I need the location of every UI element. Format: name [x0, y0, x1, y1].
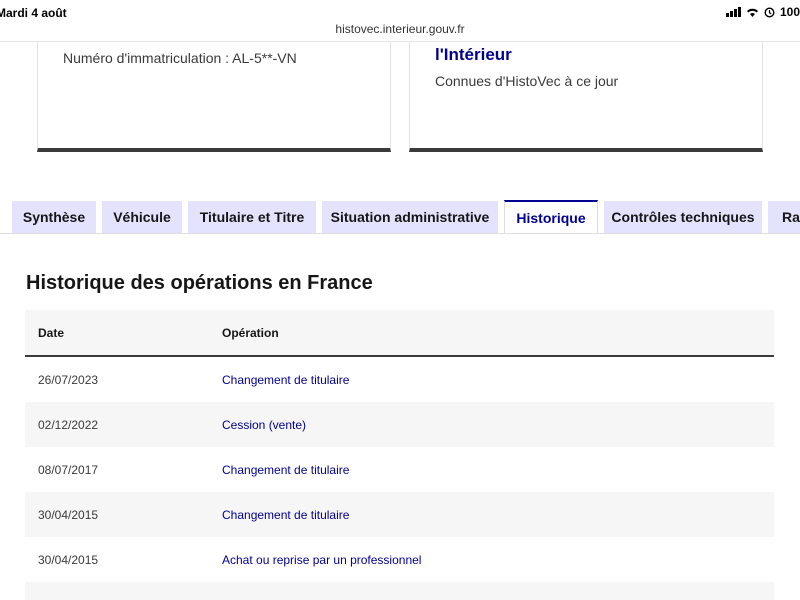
card-subtitle: Connues d'HistoVec à ce jour [435, 73, 619, 89]
ministry-card: l'Intérieur Connues d'HistoVec à ce jour [409, 42, 763, 152]
history-panel: Historique des opérations en France Date… [0, 233, 800, 600]
row-date: 26/07/2023 [38, 373, 99, 387]
table-row [25, 582, 774, 600]
tab-historique[interactable]: Historique [504, 200, 598, 234]
table-header: Date Opération [25, 310, 774, 357]
table-row: 30/04/2015 Achat ou reprise par un profe… [25, 537, 774, 582]
address-bar[interactable]: histovec.interieur.gouv.fr [0, 22, 800, 42]
alarm-icon [764, 6, 775, 18]
table-row: 08/07/2017 Changement de titulaire [25, 447, 774, 492]
row-date: 02/12/2022 [38, 418, 99, 432]
vehicle-card: Numéro d'immatriculation : AL-5**-VN [37, 42, 391, 152]
header-date: Date [38, 326, 65, 340]
tab-vehicule[interactable]: Véhicule [102, 201, 182, 233]
row-operation: Changement de titulaire [222, 373, 350, 387]
tab-rapport[interactable]: Rap [768, 201, 800, 233]
url-text: histovec.interieur.gouv.fr [335, 22, 465, 36]
row-date: 08/07/2017 [38, 463, 99, 477]
registration-number: Numéro d'immatriculation : AL-5**-VN [63, 50, 297, 66]
table-body: 26/07/2023 Changement de titulaire 02/12… [25, 357, 774, 600]
status-date: Mardi 4 août [0, 6, 67, 20]
row-date: 30/04/2015 [38, 553, 99, 567]
signal-icon [725, 7, 741, 17]
row-operation: Changement de titulaire [222, 508, 350, 522]
card-title: l'Intérieur [435, 45, 512, 64]
wifi-icon [746, 8, 758, 17]
table-row: 02/12/2022 Cession (vente) [25, 402, 774, 447]
battery-level: 100 [779, 5, 800, 19]
table-row: 30/04/2015 Changement de titulaire [25, 492, 774, 537]
row-operation: Cession (vente) [222, 418, 307, 432]
table-row: 26/07/2023 Changement de titulaire [25, 357, 774, 402]
row-date: 30/04/2015 [38, 508, 99, 522]
tab-synthese[interactable]: Synthèse [12, 201, 96, 233]
status-bar: Mardi 4 août 100 [0, 0, 800, 24]
tab-titulaire-titre[interactable]: Titulaire et Titre [188, 201, 316, 233]
tab-situation-administrative[interactable]: Situation administrative [322, 201, 498, 233]
row-operation: Achat ou reprise par un professionnel [222, 553, 422, 567]
status-icons: 100 [725, 5, 800, 19]
tab-controles-techniques[interactable]: Contrôles techniques [604, 201, 762, 233]
row-operation: Changement de titulaire [222, 463, 350, 477]
operations-table: Date Opération 26/07/2023 Changement de … [25, 310, 774, 600]
header-operation: Opération [222, 326, 279, 340]
section-title: Historique des opérations en France [26, 272, 373, 294]
tab-bar: Synthèse Véhicule Titulaire et Titre Sit… [0, 200, 800, 234]
